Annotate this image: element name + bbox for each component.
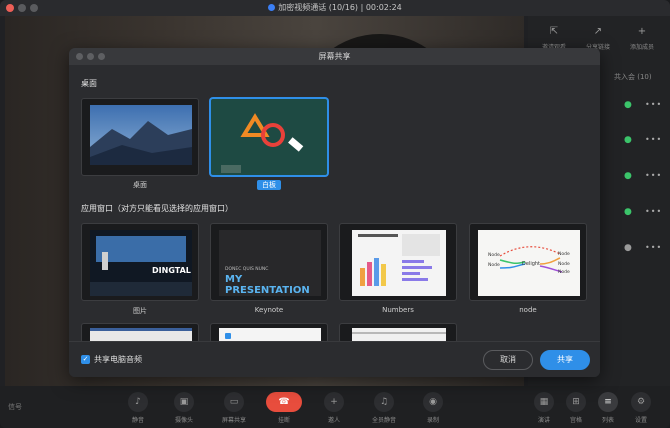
- app-window: 加密视频通话 (10/16) | 00:02:24 ⇱ 邀请观看 ↗ 分享链接 …: [0, 0, 670, 428]
- window-title: 加密视频通话 (10/16) | 00:02:24: [0, 2, 670, 13]
- desktop-preview-image: [90, 105, 192, 165]
- screen-share-button[interactable]: ▭ 屏幕共享: [214, 392, 254, 424]
- camera-button[interactable]: ▣ 摄像头: [164, 392, 204, 424]
- dialog-header: 屏幕共享: [69, 48, 600, 65]
- camera-icon: ▣: [174, 392, 194, 412]
- node-center-label: Delight: [522, 261, 541, 267]
- app-label-keynote: Keynote: [254, 306, 284, 314]
- app-preview-header: [90, 328, 192, 331]
- grid-view-icon: ⊞: [566, 392, 586, 412]
- node-label: Node: [488, 263, 500, 268]
- app-thumbnail-node[interactable]: Node Node Delight Node Node Node: [469, 223, 587, 301]
- desktop-thumbnail[interactable]: [81, 98, 199, 176]
- mute-all-icon: ♫: [374, 392, 394, 412]
- cancel-button[interactable]: 取消: [483, 350, 533, 370]
- app-thumbnail-keynote[interactable]: DONEC QUIS NUNC MY PRESENTATION: [210, 223, 328, 301]
- share-audio-checkbox[interactable]: ✓: [81, 355, 90, 364]
- signal-indicator: 信号: [8, 403, 22, 411]
- screen-share-dialog: 屏幕共享 桌面 桌面 白板 应用窗口（对方只能看见选择的应用窗口） DINGTA…: [69, 48, 600, 377]
- app-thumbnail-numbers[interactable]: [339, 223, 457, 301]
- whiteboard-preview-image: [221, 113, 304, 173]
- desktop-label: 桌面: [133, 181, 147, 189]
- mic-icon: ●: [624, 171, 632, 181]
- settings-button[interactable]: ⚙ 设置: [621, 392, 661, 424]
- share-button[interactable]: 共享: [540, 350, 590, 370]
- app-thumbnail[interactable]: [81, 323, 199, 343]
- dialog-footer: ✓ 共享电脑音频 取消 共享: [69, 341, 600, 377]
- hangup-icon: ☎: [266, 392, 302, 412]
- mute-all-button[interactable]: ♫ 全员静音: [364, 392, 404, 424]
- app-thumbnail[interactable]: [339, 323, 457, 343]
- desktop-section-title: 桌面: [81, 79, 97, 88]
- add-member-button[interactable]: + 添加成员: [622, 26, 662, 51]
- mic-icon: ●: [624, 135, 632, 145]
- mic-icon: ♪: [128, 392, 148, 412]
- invite-icon: ⇱: [549, 26, 559, 37]
- keynote-title: MY PRESENTATION: [225, 274, 310, 296]
- mic-icon: ●: [624, 207, 632, 217]
- hangup-button[interactable]: ☎ 挂断: [264, 392, 304, 424]
- mute-button[interactable]: ♪ 静音: [118, 392, 158, 424]
- app-thumbnail-photos[interactable]: DINGTAL: [81, 223, 199, 301]
- app-label-numbers: Numbers: [382, 306, 414, 314]
- app-section-title: 应用窗口（对方只能看见选择的应用窗口）: [81, 204, 233, 213]
- participant-more-button[interactable]: •••: [645, 207, 662, 216]
- app-thumbnail[interactable]: [210, 323, 328, 343]
- bottom-toolbar: ♪ 静音 ▣ 摄像头 ▭ 屏幕共享 ☎ 挂断 + 邀人 ♫ 全员静音 ◉ 录制 ▦ 演讲 ⊞ 宫格…: [0, 386, 670, 428]
- whiteboard-label: 白板: [210, 180, 328, 190]
- invite-icon: +: [324, 392, 344, 412]
- participant-more-button[interactable]: •••: [645, 135, 662, 144]
- title-bar: 加密视频通话 (10/16) | 00:02:24: [0, 0, 670, 16]
- share-link-icon: ↗: [593, 26, 603, 37]
- app-label-photos: 图片: [133, 307, 147, 315]
- record-button[interactable]: ◉ 录制: [413, 392, 453, 424]
- record-icon: ◉: [423, 392, 443, 412]
- keynote-subtitle: DONEC QUIS NUNC: [225, 267, 269, 272]
- participant-count: 共入会 (10): [614, 73, 652, 81]
- mic-icon: ●: [624, 243, 632, 253]
- app-preview-icon: [225, 333, 231, 339]
- settings-icon: ⚙: [631, 392, 651, 412]
- participant-more-button[interactable]: •••: [645, 171, 662, 180]
- photos-caption: DINGTAL: [152, 266, 191, 275]
- node-label: Node: [558, 252, 570, 257]
- screen-share-icon: ▭: [224, 392, 244, 412]
- shield-icon: [268, 4, 276, 11]
- list-view-icon: ≡: [598, 392, 618, 412]
- node-label: Node: [558, 262, 570, 267]
- mic-icon: ●: [624, 100, 632, 110]
- photos-preview-image: [90, 230, 192, 296]
- participant-more-button[interactable]: •••: [645, 243, 662, 252]
- invite-button[interactable]: + 邀人: [314, 392, 354, 424]
- app-label-node: node: [519, 306, 537, 314]
- node-label: Node: [558, 270, 570, 275]
- add-member-icon: +: [637, 26, 647, 37]
- speaker-view-icon: ▦: [534, 392, 554, 412]
- dialog-title: 屏幕共享: [318, 52, 351, 61]
- numbers-preview-image: [352, 230, 446, 296]
- node-label: Node: [488, 253, 500, 258]
- share-audio-label: 共享电脑音频: [94, 355, 142, 364]
- app-preview-row: [352, 332, 446, 334]
- whiteboard-thumbnail[interactable]: [210, 98, 328, 176]
- participant-more-button[interactable]: •••: [645, 100, 662, 109]
